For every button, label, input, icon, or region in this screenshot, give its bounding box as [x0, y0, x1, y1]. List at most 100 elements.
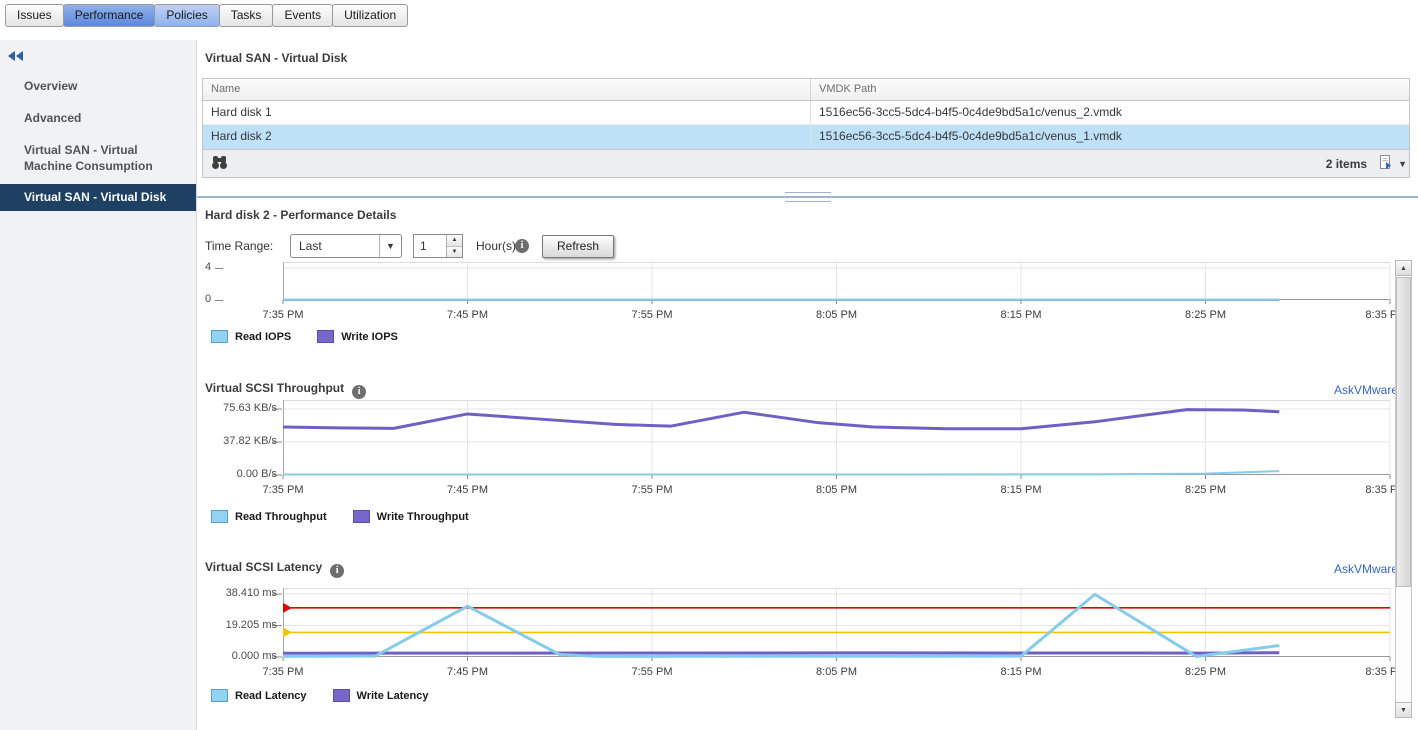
chart-title-text: Virtual SCSI Latency	[205, 560, 322, 574]
chart-title-text: Virtual SCSI Throughput	[205, 381, 344, 395]
y-axis-label: 0.000 ms	[199, 650, 277, 662]
export-icon[interactable]	[1379, 155, 1394, 173]
legend-label: Read Throughput	[235, 511, 327, 523]
sidebar-item-vsan-vm-consumption[interactable]: Virtual SAN - Virtual Machine Consumptio…	[0, 134, 196, 182]
scroll-up-icon[interactable]: ▲	[1395, 260, 1412, 276]
throughput-askvmware-link[interactable]: AskVMware	[1334, 383, 1398, 397]
performance-details-title: Hard disk 2 - Performance Details	[205, 208, 396, 222]
time-range-value: Last	[291, 235, 379, 257]
latency-legend: Read Latency Write Latency	[211, 689, 454, 702]
cell-name: Hard disk 1	[203, 101, 811, 124]
throughput-legend: Read Throughput Write Throughput	[211, 510, 495, 523]
panel-splitter[interactable]	[197, 192, 1418, 202]
scroll-down-icon[interactable]: ▼	[1395, 702, 1412, 718]
column-header-vmdk-path[interactable]: VMDK Path	[811, 79, 1409, 100]
dropdown-caret-icon[interactable]: ▼	[379, 235, 401, 257]
write-throughput-line	[283, 410, 1279, 429]
write-throughput-swatch	[353, 510, 370, 523]
throughput-info-icon[interactable]: i	[352, 385, 366, 399]
table-header-row: Name VMDK Path	[203, 79, 1409, 101]
tab-events[interactable]: Events	[272, 4, 333, 27]
y-axis-label: 19.205 ms	[199, 619, 277, 631]
y-axis-label: 4	[205, 261, 235, 273]
time-range-info-icon[interactable]: i	[515, 239, 529, 253]
charts-scrollbar[interactable]: ▲ ▼	[1395, 260, 1412, 718]
read-throughput-swatch	[211, 510, 228, 523]
iops-legend: Read IOPS Write IOPS	[211, 330, 424, 343]
x-axis-label: 8:05 PM	[816, 484, 857, 496]
legend-label: Write IOPS	[341, 331, 398, 343]
tab-tasks[interactable]: Tasks	[219, 4, 274, 27]
table-row-hard-disk-1[interactable]: Hard disk 1 1516ec56-3cc5-5dc4-b4f5-0c4d…	[203, 101, 1409, 125]
throughput-chart-title: Virtual SCSI Throughput i	[205, 381, 366, 397]
sidebar-item-vsan-virtual-disk[interactable]: Virtual SAN - Virtual Disk	[0, 184, 196, 211]
table-row-hard-disk-2[interactable]: Hard disk 2 1516ec56-3cc5-5dc4-b4f5-0c4d…	[203, 125, 1409, 149]
x-axis-label: 8:15 PM	[1001, 309, 1042, 321]
legend-label: Read Latency	[235, 690, 307, 702]
x-axis-label: 7:45 PM	[447, 484, 488, 496]
hours-value[interactable]: 1	[414, 235, 446, 257]
latency-chart-plot: 38.410 ms19.205 ms0.000 ms7:35 PM7:45 PM…	[283, 588, 1390, 657]
throughput-chart-plot: 75.63 KB/s37.82 KB/s0.00 B/s7:35 PM7:45 …	[283, 400, 1390, 475]
view-tabbar: Issues Performance Policies Tasks Events…	[5, 4, 407, 27]
read-throughput-line	[283, 471, 1279, 474]
legend-label: Write Latency	[357, 690, 429, 702]
hours-spinner[interactable]: 1 ▲ ▼	[413, 234, 463, 258]
tab-performance[interactable]: Performance	[63, 4, 156, 27]
performance-main-panel: Virtual SAN - Virtual Disk Name VMDK Pat…	[197, 40, 1418, 730]
x-axis-label: 8:05 PM	[816, 309, 857, 321]
x-axis-label: 7:45 PM	[447, 309, 488, 321]
x-axis-label: 8:25 PM	[1185, 484, 1226, 496]
y-axis-label: 38.410 ms	[199, 587, 277, 599]
legend-label: Read IOPS	[235, 331, 291, 343]
find-binoculars-icon[interactable]	[211, 155, 228, 173]
hours-label: Hour(s)	[476, 239, 516, 253]
table-footer: 2 items ▼	[202, 149, 1410, 178]
column-header-name[interactable]: Name	[203, 79, 811, 100]
write-latency-swatch	[333, 689, 350, 702]
sidebar-item-advanced[interactable]: Advanced	[0, 102, 196, 134]
y-axis-label: 37.82 KB/s	[199, 435, 277, 447]
cell-vmdk-path: 1516ec56-3cc5-5dc4-b4f5-0c4de9bd5a1c/ven…	[811, 125, 1409, 148]
refresh-button[interactable]: Refresh	[542, 235, 614, 258]
x-axis-label: 8:15 PM	[1001, 484, 1042, 496]
virtual-disk-table: Name VMDK Path Hard disk 1 1516ec56-3cc5…	[202, 78, 1410, 149]
x-axis-label: 8:05 PM	[816, 666, 857, 678]
x-axis-label: 7:45 PM	[447, 666, 488, 678]
y-axis-label: 75.63 KB/s	[199, 402, 277, 414]
sidebar-item-overview[interactable]: Overview	[0, 70, 196, 102]
time-range-dropdown[interactable]: Last ▼	[290, 234, 402, 258]
export-menu-caret-icon[interactable]: ▼	[1398, 159, 1407, 169]
items-count: 2 items	[1326, 157, 1367, 171]
collapse-sidebar-icon[interactable]	[8, 50, 26, 62]
latency-chart-title: Virtual SCSI Latency i	[205, 560, 344, 576]
tab-utilization[interactable]: Utilization	[332, 4, 408, 27]
y-axis-label: 0	[205, 293, 235, 305]
latency-info-icon[interactable]: i	[330, 564, 344, 578]
scrollbar-thumb[interactable]	[1396, 277, 1411, 587]
warning-threshold-marker	[283, 627, 292, 637]
tab-issues[interactable]: Issues	[5, 4, 64, 27]
disk-table-title: Virtual SAN - Virtual Disk	[205, 51, 347, 65]
y-axis-label: 0.00 B/s	[199, 468, 277, 480]
tab-policies[interactable]: Policies	[154, 4, 219, 27]
vsphere-performance-view: { "tabs": { "items": [ {"label": "Issues…	[0, 0, 1418, 730]
x-axis-label: 7:35 PM	[263, 309, 304, 321]
legend-label: Write Throughput	[377, 511, 469, 523]
x-axis-label: 7:35 PM	[263, 666, 304, 678]
cell-vmdk-path: 1516ec56-3cc5-5dc4-b4f5-0c4de9bd5a1c/ven…	[811, 101, 1409, 124]
x-axis-label: 8:15 PM	[1001, 666, 1042, 678]
performance-sidebar: Overview Advanced Virtual SAN - Virtual …	[0, 40, 197, 730]
time-range-label: Time Range:	[205, 239, 273, 253]
cell-name: Hard disk 2	[203, 125, 811, 148]
error-threshold-marker	[283, 603, 292, 613]
x-axis-label: 8:25 PM	[1185, 309, 1226, 321]
latency-askvmware-link[interactable]: AskVMware	[1334, 562, 1398, 576]
spinner-down-icon[interactable]: ▼	[447, 247, 462, 258]
x-axis-label: 7:55 PM	[632, 309, 673, 321]
x-axis-label: 8:25 PM	[1185, 666, 1226, 678]
read-latency-swatch	[211, 689, 228, 702]
read-iops-swatch	[211, 330, 228, 343]
iops-chart-plot: 407:35 PM7:45 PM7:55 PM8:05 PM8:15 PM8:2…	[283, 262, 1390, 300]
spinner-up-icon[interactable]: ▲	[447, 235, 462, 247]
